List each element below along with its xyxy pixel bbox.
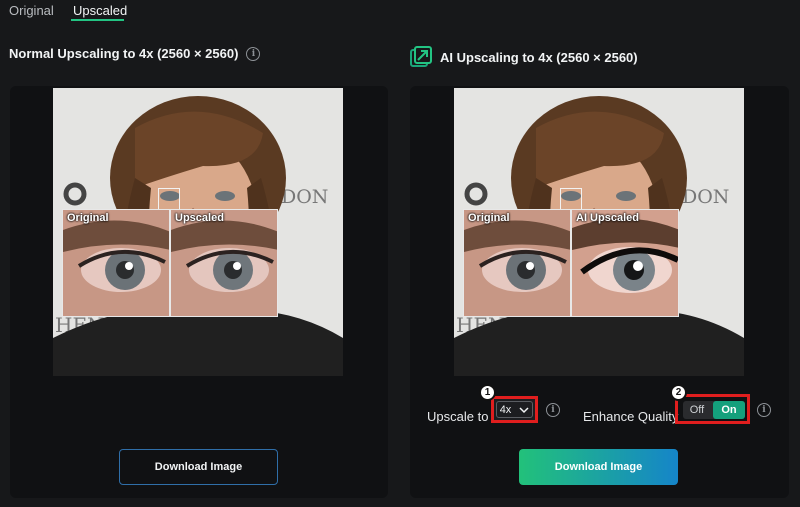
- inset-label: AI Upscaled: [576, 212, 639, 224]
- info-icon[interactable]: i: [246, 46, 261, 61]
- inset-original-left: Original: [62, 209, 170, 317]
- tab-original[interactable]: Original: [9, 3, 54, 18]
- upscale-to-label: Upscale to: [427, 409, 489, 424]
- svg-text:DON: DON: [281, 186, 328, 208]
- download-normal-button[interactable]: Download Image: [119, 449, 278, 485]
- upscale-factor-select[interactable]: 4x: [491, 396, 538, 423]
- zoom-region-marker: [560, 188, 582, 210]
- inset-ai-upscaled-right: AI Upscaled: [571, 209, 679, 317]
- annotation-badge-2: 2: [670, 384, 687, 401]
- normal-upscaling-title: Normal Upscaling to 4x (2560 × 2560): [9, 46, 239, 61]
- inset-label: Original: [67, 212, 109, 224]
- normal-upscaling-heading: Normal Upscaling to 4x (2560 × 2560) i: [9, 46, 261, 61]
- inset-label: Original: [468, 212, 510, 224]
- ai-upscale-icon: [410, 46, 432, 67]
- toggle-off-option[interactable]: Off: [683, 401, 711, 419]
- inset-original-right: Original: [463, 209, 571, 317]
- ai-upscaling-title: AI Upscaling to 4x (2560 × 2560): [440, 49, 638, 65]
- active-tab-indicator: [71, 19, 124, 21]
- annotation-badge-1: 1: [479, 384, 496, 401]
- view-tabs: Original Upscaled: [0, 0, 800, 24]
- inset-label: Upscaled: [175, 212, 224, 224]
- svg-text:DON: DON: [682, 186, 729, 208]
- enhance-quality-label: Enhance Quality: [583, 409, 679, 424]
- ai-upscaling-heading: AI Upscaling to 4x (2560 × 2560): [410, 46, 638, 68]
- toggle-on-option[interactable]: On: [713, 401, 745, 419]
- tab-upscaled[interactable]: Upscaled: [73, 3, 127, 18]
- enhance-quality-toggle[interactable]: Off On: [683, 401, 745, 419]
- zoom-region-marker: [158, 188, 180, 210]
- inset-upscaled-left: Upscaled: [170, 209, 278, 317]
- info-icon[interactable]: i: [546, 403, 560, 417]
- enhance-quality-highlight: Off On: [675, 394, 750, 424]
- download-ai-button[interactable]: Download Image: [519, 449, 678, 485]
- info-icon[interactable]: i: [757, 403, 771, 417]
- select-inner-border: [496, 401, 533, 418]
